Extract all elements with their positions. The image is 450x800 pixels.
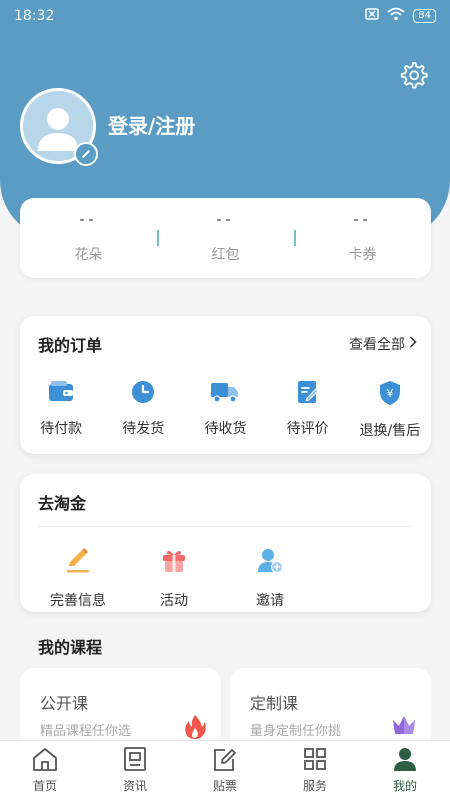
stat-coupons[interactable]: -- 卡券 <box>294 198 431 278</box>
settings-button[interactable] <box>398 60 428 90</box>
view-all-label: 查看全部 <box>349 337 405 353</box>
truck-icon <box>210 380 240 408</box>
order-after-sales[interactable]: ¥ 退换/售后 <box>349 380 431 440</box>
divider <box>294 230 296 246</box>
battery-indicator: 84 <box>413 9 436 23</box>
order-pending-review[interactable]: 待评价 <box>267 380 349 440</box>
order-pending-payment[interactable]: 待付款 <box>20 380 102 440</box>
stat-label: 花朵 <box>74 247 103 263</box>
custom-course-card[interactable]: 定制课 量身定制任你挑 <box>230 668 431 748</box>
home-icon <box>32 747 58 775</box>
divider <box>38 526 413 527</box>
edit-avatar-button[interactable] <box>74 142 98 166</box>
course-desc: 精品课程任你选 <box>40 724 132 739</box>
status-time: 18:32 <box>14 8 55 24</box>
pencil-icon <box>80 145 92 164</box>
bottom-nav: 首页 资讯 贴票 服务 我的 <box>0 740 450 800</box>
shield-yen-icon: ¥ <box>378 380 402 410</box>
gift-icon <box>160 546 188 578</box>
nav-label: 首页 <box>32 779 57 793</box>
wifi-icon <box>387 7 405 25</box>
nav-label: 贴票 <box>212 779 237 793</box>
wallet-icon <box>48 380 74 408</box>
stats-card: -- 花朵 -- 红包 -- 卡券 <box>20 198 431 278</box>
svg-text:¥: ¥ <box>386 387 393 400</box>
gold-card: 去淘金 完善信息 活动 邀请 <box>20 474 431 612</box>
courses-title: 我的课程 <box>38 638 103 657</box>
login-register-link[interactable]: 登录/注册 <box>108 110 195 139</box>
gold-item-label: 邀请 <box>256 593 284 609</box>
nav-news[interactable]: 资讯 <box>90 741 180 800</box>
status-bar: 18:32 84 <box>0 0 450 32</box>
gold-item-label: 完善信息 <box>50 593 106 609</box>
avatar[interactable] <box>20 88 98 166</box>
pencil-icon <box>64 546 92 578</box>
order-item-label: 退换/售后 <box>359 423 421 439</box>
complete-info-button[interactable]: 完善信息 <box>36 546 120 610</box>
order-item-label: 待付款 <box>40 421 83 437</box>
chevron-right-icon <box>409 336 417 352</box>
profile-icon <box>393 747 417 775</box>
nav-label: 服务 <box>302 779 327 793</box>
nav-tickets[interactable]: 贴票 <box>180 741 270 800</box>
sim-off-icon <box>365 8 380 24</box>
grid-icon <box>303 747 327 775</box>
stat-value: -- <box>216 212 235 228</box>
order-item-label: 待收货 <box>204 421 247 437</box>
course-desc: 量身定制任你挑 <box>250 724 342 739</box>
stat-value: -- <box>353 212 372 228</box>
activities-button[interactable]: 活动 <box>132 546 216 610</box>
review-icon <box>296 380 320 408</box>
view-all-orders-link[interactable]: 查看全部 <box>349 334 417 354</box>
order-item-label: 待评价 <box>286 421 329 437</box>
order-item-label: 待发货 <box>122 421 165 437</box>
gear-icon <box>398 62 428 94</box>
gold-item-label: 活动 <box>160 593 188 609</box>
open-course-card[interactable]: 公开课 精品课程任你选 <box>20 668 221 748</box>
invite-user-icon <box>256 546 284 578</box>
nav-services[interactable]: 服务 <box>270 741 360 800</box>
nav-profile[interactable]: 我的 <box>360 741 450 800</box>
news-icon <box>123 747 147 775</box>
edit-icon <box>213 747 237 775</box>
stat-flowers[interactable]: -- 花朵 <box>20 198 157 278</box>
clock-icon <box>130 380 156 408</box>
nav-home[interactable]: 首页 <box>0 741 90 800</box>
orders-title: 我的订单 <box>38 336 103 355</box>
course-name: 定制课 <box>250 694 299 713</box>
gold-title: 去淘金 <box>38 494 87 513</box>
course-name: 公开课 <box>40 694 89 713</box>
nav-label: 资讯 <box>122 779 147 793</box>
stat-label: 卡券 <box>348 247 377 263</box>
order-pending-shipment[interactable]: 待发货 <box>102 380 184 440</box>
stat-red-packets[interactable]: -- 红包 <box>157 198 294 278</box>
order-pending-receipt[interactable]: 待收货 <box>184 380 266 440</box>
nav-label: 我的 <box>392 779 417 793</box>
stat-value: -- <box>79 212 98 228</box>
orders-card: 我的订单 查看全部 待付款 待发货 待收货 待评价 ¥ 退换/售后 <box>20 316 431 454</box>
stat-label: 红包 <box>211 247 240 263</box>
invite-button[interactable]: 邀请 <box>228 546 312 610</box>
divider <box>157 230 159 246</box>
crown-icon <box>391 714 417 740</box>
